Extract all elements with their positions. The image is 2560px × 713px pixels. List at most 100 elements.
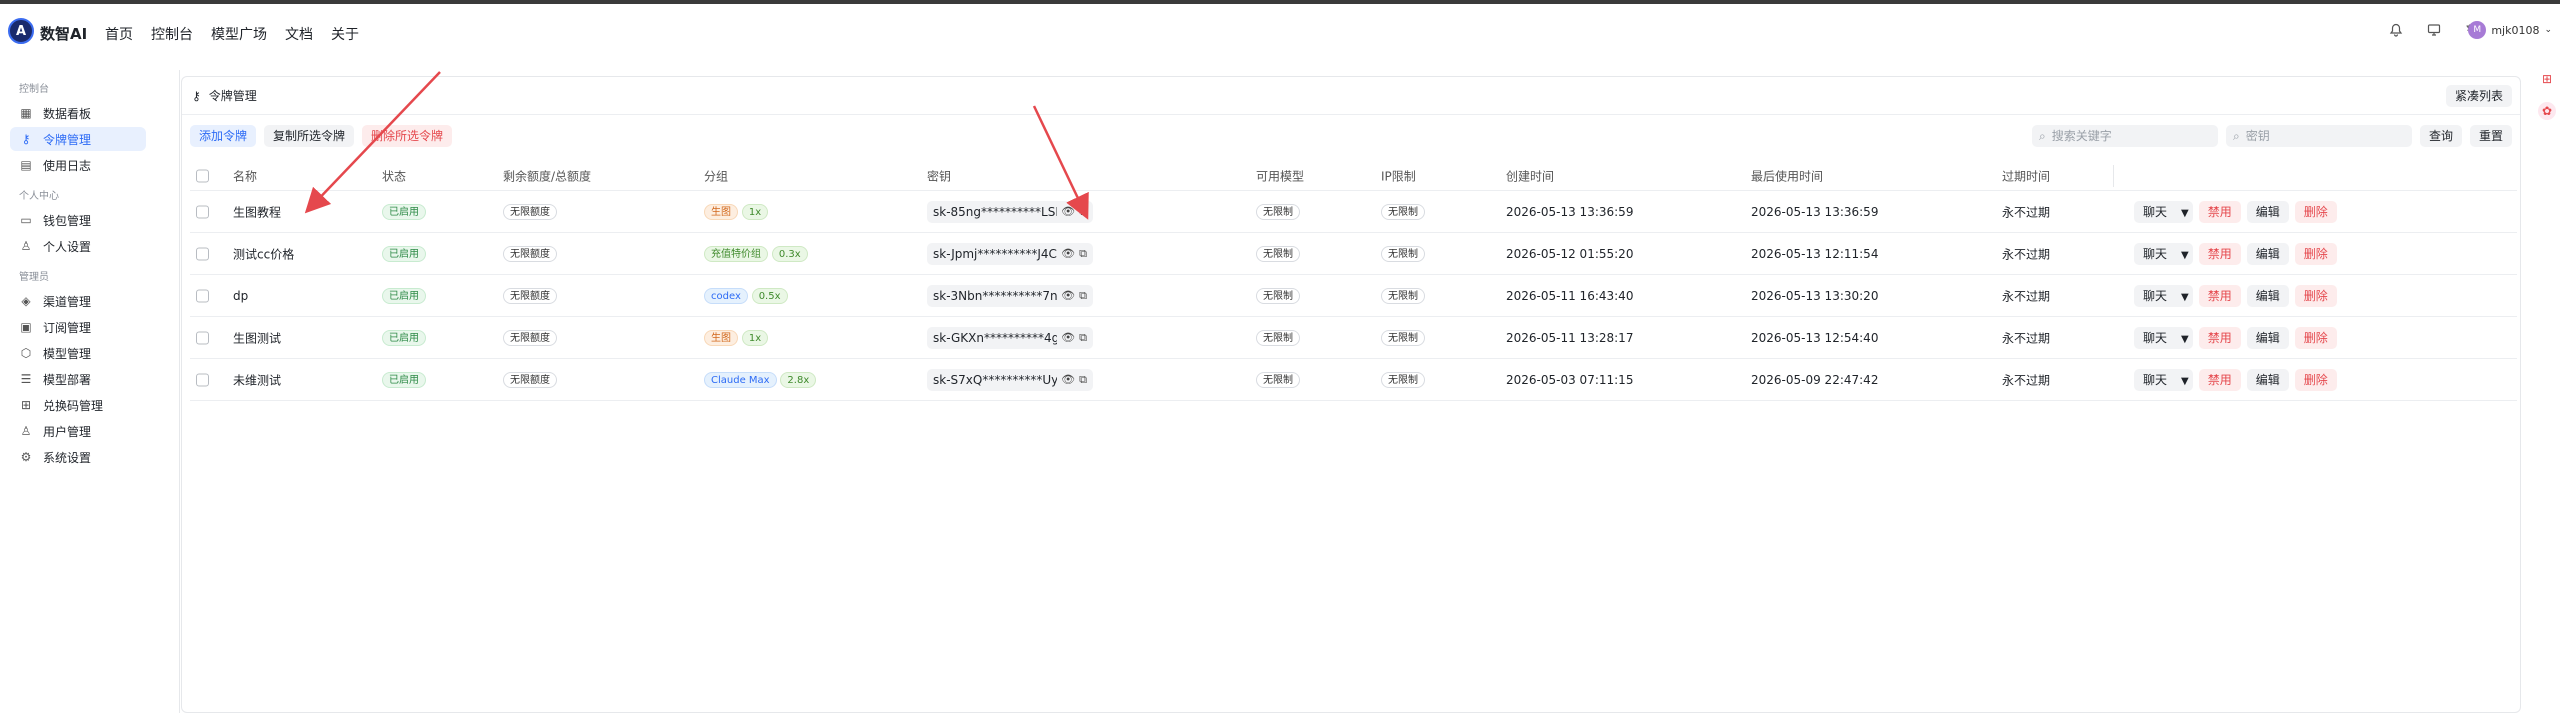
col-ip: IP限制: [1381, 169, 1416, 183]
nav-about[interactable]: 关于: [331, 24, 359, 44]
sidebar-item-usage-log[interactable]: ▤ 使用日志: [10, 153, 144, 177]
edit-button[interactable]: 编辑: [2246, 242, 2289, 265]
compact-list-button[interactable]: 紧凑列表: [2445, 85, 2512, 107]
eye-icon[interactable]: 👁: [1061, 331, 1075, 344]
chat-button[interactable]: 聊天 ▼: [2134, 368, 2193, 393]
token-name: 生图教程: [233, 205, 282, 219]
key-search-input[interactable]: [2245, 129, 2396, 143]
disable-button[interactable]: 禁用: [2198, 284, 2241, 307]
caret-down-icon[interactable]: ▼: [2181, 371, 2189, 393]
token-management-card: ⚷ 令牌管理 紧凑列表 添加令牌 复制所选令牌 删除所选令牌 ⌕ ⌕ 查询 重置…: [181, 76, 2521, 713]
edit-button[interactable]: 编辑: [2246, 326, 2289, 349]
page-title: 令牌管理: [208, 89, 257, 103]
search-icon: ⌕: [2232, 128, 2240, 143]
sidebar-item-personal-settings[interactable]: ♙ 个人设置: [10, 234, 144, 258]
chat-button[interactable]: 聊天 ▼: [2134, 242, 2193, 267]
select-all-checkbox[interactable]: [196, 169, 209, 182]
copy-icon[interactable]: ⧉: [1079, 247, 1087, 261]
caret-down-icon[interactable]: ▼: [2181, 245, 2189, 267]
edit-button[interactable]: 编辑: [2246, 368, 2289, 391]
sidebar-item-tokens[interactable]: ⚷ 令牌管理: [10, 127, 146, 151]
sidebar-item-redeem-codes[interactable]: ⊞ 兑换码管理: [10, 393, 144, 417]
nav-docs[interactable]: 文档: [285, 24, 313, 44]
created-time: 2026-05-03 07:11:15: [1506, 372, 1634, 387]
disable-button[interactable]: 禁用: [2198, 326, 2241, 349]
row-checkbox[interactable]: [196, 331, 209, 344]
delete-selected-button[interactable]: 删除所选令牌: [362, 125, 453, 147]
bell-icon[interactable]: [2388, 23, 2404, 39]
add-token-button[interactable]: 添加令牌: [190, 125, 257, 147]
token-table: 名称 状态 剩余额度/总额度 分组 密钥 可用模型 IP限制 创建时间 最后使用…: [190, 161, 2517, 401]
sidebar-item-wallet[interactable]: ▭ 钱包管理: [10, 208, 144, 232]
brand-logo-icon[interactable]: A: [8, 18, 34, 44]
delete-button[interactable]: 删除: [2294, 284, 2337, 307]
sidebar-item-system-settings[interactable]: ⚙ 系统设置: [10, 445, 144, 469]
ratio-tag: 0.3x: [771, 245, 808, 262]
nav-console[interactable]: 控制台: [151, 24, 193, 44]
key-field: sk-S7xQ**********Uy 👁 ⧉: [927, 368, 1093, 391]
copy-icon[interactable]: ⧉: [1079, 205, 1087, 219]
sidebar-item-models[interactable]: ⬡ 模型管理: [10, 341, 144, 365]
key-icon: ⚷: [192, 88, 201, 103]
row-checkbox[interactable]: [196, 247, 209, 260]
chat-button[interactable]: 聊天 ▼: [2134, 326, 2193, 351]
status-badge: 已启用: [382, 203, 426, 220]
sidebar-item-label: 兑换码管理: [43, 398, 104, 413]
eye-icon[interactable]: 👁: [1061, 205, 1075, 218]
key-icon: ⚷: [21, 132, 31, 146]
delete-button[interactable]: 删除: [2294, 242, 2337, 265]
eye-icon[interactable]: 👁: [1061, 247, 1075, 260]
eye-icon[interactable]: 👁: [1061, 373, 1075, 386]
monitor-icon[interactable]: [2426, 23, 2442, 39]
delete-button[interactable]: 删除: [2294, 200, 2337, 223]
chat-button[interactable]: 聊天 ▼: [2134, 284, 2193, 309]
assistant-float-icon[interactable]: ✿: [2538, 102, 2556, 120]
edit-button[interactable]: 编辑: [2246, 200, 2289, 223]
translate-float-icon[interactable]: ⊞: [2538, 70, 2556, 88]
chevron-down-icon: ⌄: [2544, 25, 2552, 35]
row-checkbox[interactable]: [196, 205, 209, 218]
caret-down-icon[interactable]: ▼: [2181, 287, 2189, 309]
token-name: 测试cc价格: [233, 247, 295, 261]
sidebar-item-label: 订阅管理: [43, 320, 92, 335]
disable-button[interactable]: 禁用: [2198, 200, 2241, 223]
sidebar-item-users[interactable]: ♙ 用户管理: [10, 419, 144, 443]
eye-icon[interactable]: 👁: [1061, 289, 1075, 302]
ratio-tag: 1x: [741, 329, 769, 346]
copy-selected-button[interactable]: 复制所选令牌: [264, 125, 355, 147]
edit-button[interactable]: 编辑: [2246, 284, 2289, 307]
sidebar-item-label: 使用日志: [43, 158, 92, 173]
brand-name[interactable]: 数智AI: [40, 23, 87, 44]
reset-button[interactable]: 重置: [2469, 125, 2512, 147]
row-actions: 聊天 ▼ 禁用 编辑 删除: [2134, 242, 2343, 267]
caret-down-icon[interactable]: ▼: [2181, 203, 2189, 225]
grid-icon: ▦: [20, 106, 32, 120]
sidebar-item-subscriptions[interactable]: ▣ 订阅管理: [10, 315, 144, 339]
sidebar-item-label: 模型部署: [43, 372, 92, 387]
delete-button[interactable]: 删除: [2294, 326, 2337, 349]
table-row: dp 已启用 无限额度 codex 0.5x sk-3Nbn**********7nl 👁…: [190, 275, 2517, 317]
top-header: A 数智AI 首页 控制台 模型广场 文档 关于 M mjk0108 ⌄: [0, 4, 2560, 60]
copy-icon[interactable]: ⧉: [1079, 373, 1087, 387]
sidebar-item-channels[interactable]: ◈ 渠道管理: [10, 289, 144, 313]
copy-icon[interactable]: ⧉: [1079, 289, 1087, 303]
sidebar-item-label: 钱包管理: [43, 213, 92, 228]
sidebar-item-dashboard[interactable]: ▦ 数据看板: [10, 101, 144, 125]
chat-button[interactable]: 聊天 ▼: [2134, 200, 2193, 225]
caret-down-icon[interactable]: ▼: [2181, 329, 2189, 351]
user-menu[interactable]: M mjk0108 ⌄: [2468, 21, 2552, 39]
sidebar-item-model-deploy[interactable]: ☰ 模型部署: [10, 367, 144, 391]
query-button[interactable]: 查询: [2419, 125, 2462, 147]
delete-button[interactable]: 删除: [2294, 368, 2337, 391]
disable-button[interactable]: 禁用: [2198, 242, 2241, 265]
row-checkbox[interactable]: [196, 289, 209, 302]
disable-button[interactable]: 禁用: [2198, 368, 2241, 391]
nav-home[interactable]: 首页: [105, 24, 133, 44]
group-tag: Claude Max: [704, 371, 777, 388]
keyword-search-input[interactable]: [2051, 129, 2202, 143]
row-checkbox[interactable]: [196, 373, 209, 386]
wallet-icon: ▭: [20, 213, 32, 227]
nav-model-plaza[interactable]: 模型广场: [211, 24, 267, 44]
card-header: ⚷ 令牌管理: [182, 77, 2520, 115]
copy-icon[interactable]: ⧉: [1079, 331, 1087, 345]
